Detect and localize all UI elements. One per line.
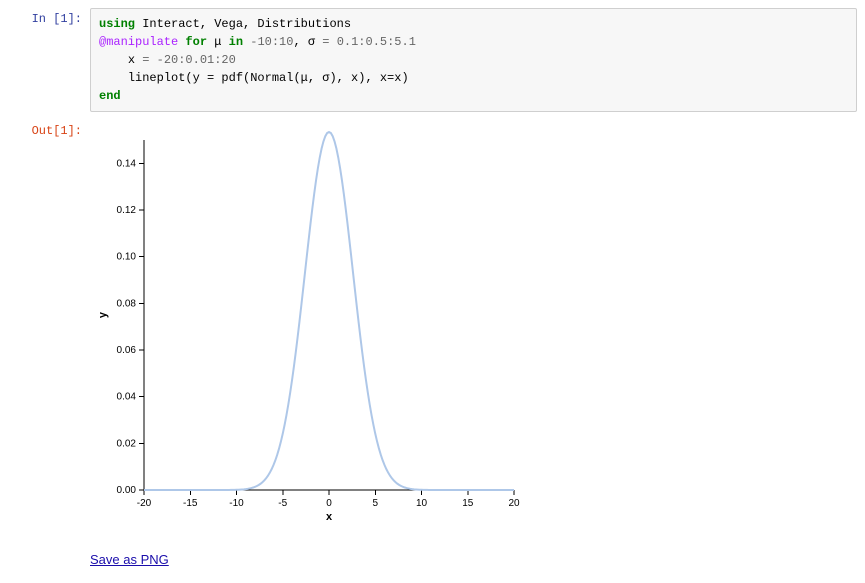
var-x: x [128, 53, 135, 67]
var-mu: μ [214, 35, 221, 49]
in-prompt: In [1]: [8, 8, 90, 112]
eq-op: = [315, 35, 337, 49]
x-tick-label: -10 [229, 498, 244, 509]
kw-using: using [99, 17, 135, 31]
indent4 [99, 71, 128, 85]
var-sigma: σ [308, 35, 315, 49]
save-as-png-link[interactable]: Save as PNG [90, 552, 169, 567]
range-mu: -10:10 [243, 35, 293, 49]
lineplot-call: lineplot(y = pdf(Normal(μ, σ), x), x=x) [128, 71, 409, 85]
y-tick-label: 0.06 [117, 345, 137, 356]
y-tick-label: 0.04 [117, 392, 137, 403]
y-tick-label: 0.02 [117, 438, 137, 449]
comma: , [293, 35, 307, 49]
using-targets: Interact, Vega, Distributions [135, 17, 351, 31]
kw-end: end [99, 89, 121, 103]
output-cell: Out[1]: 0.00 0.02 0.04 0.06 0.08 0.10 0.12 0.14… [8, 120, 857, 567]
input-cell: In [1]: using Interact, Vega, Distributi… [8, 8, 857, 112]
x-axis-label: x [326, 511, 333, 523]
y-tick-label: 0.12 [117, 205, 137, 216]
x-tick-label: -5 [278, 498, 287, 509]
x-tick-label: 0 [326, 498, 332, 509]
out-prompt: Out[1]: [8, 120, 90, 567]
y-tick-label: 0.10 [117, 252, 137, 263]
y-axis: 0.00 0.02 0.04 0.06 0.08 0.10 0.12 0.14 [117, 140, 144, 496]
y-tick-label: 0.00 [117, 485, 137, 496]
x-tick-label: 5 [372, 498, 378, 509]
x-tick-label: 15 [462, 498, 474, 509]
macro-manipulate: @manipulate [99, 35, 178, 49]
range-sigma: 0.1:0.5:5.1 [337, 35, 416, 49]
code-editor[interactable]: using Interact, Vega, Distributions @man… [90, 8, 857, 112]
chart: 0.000.020.040.060.080.100.120.14 -20-15-… [90, 130, 530, 530]
indent3 [99, 53, 128, 67]
y-tick-label: 0.08 [117, 298, 137, 309]
x-tick-label: 10 [416, 498, 428, 509]
x-tick-label: 20 [508, 498, 520, 509]
series-line [144, 132, 514, 490]
kw-for: for [185, 35, 207, 49]
kw-in: in [229, 35, 243, 49]
x-axis: -20 -15 -10 -5 0 5 10 15 20 [137, 490, 520, 509]
x-tick-label: -15 [183, 498, 198, 509]
y-tick-label: 0.14 [117, 158, 137, 169]
eq-op2: = [135, 53, 157, 67]
y-axis-label: y [97, 311, 109, 318]
range-x: -20:0.01:20 [157, 53, 236, 67]
x-tick-label: -20 [137, 498, 152, 509]
